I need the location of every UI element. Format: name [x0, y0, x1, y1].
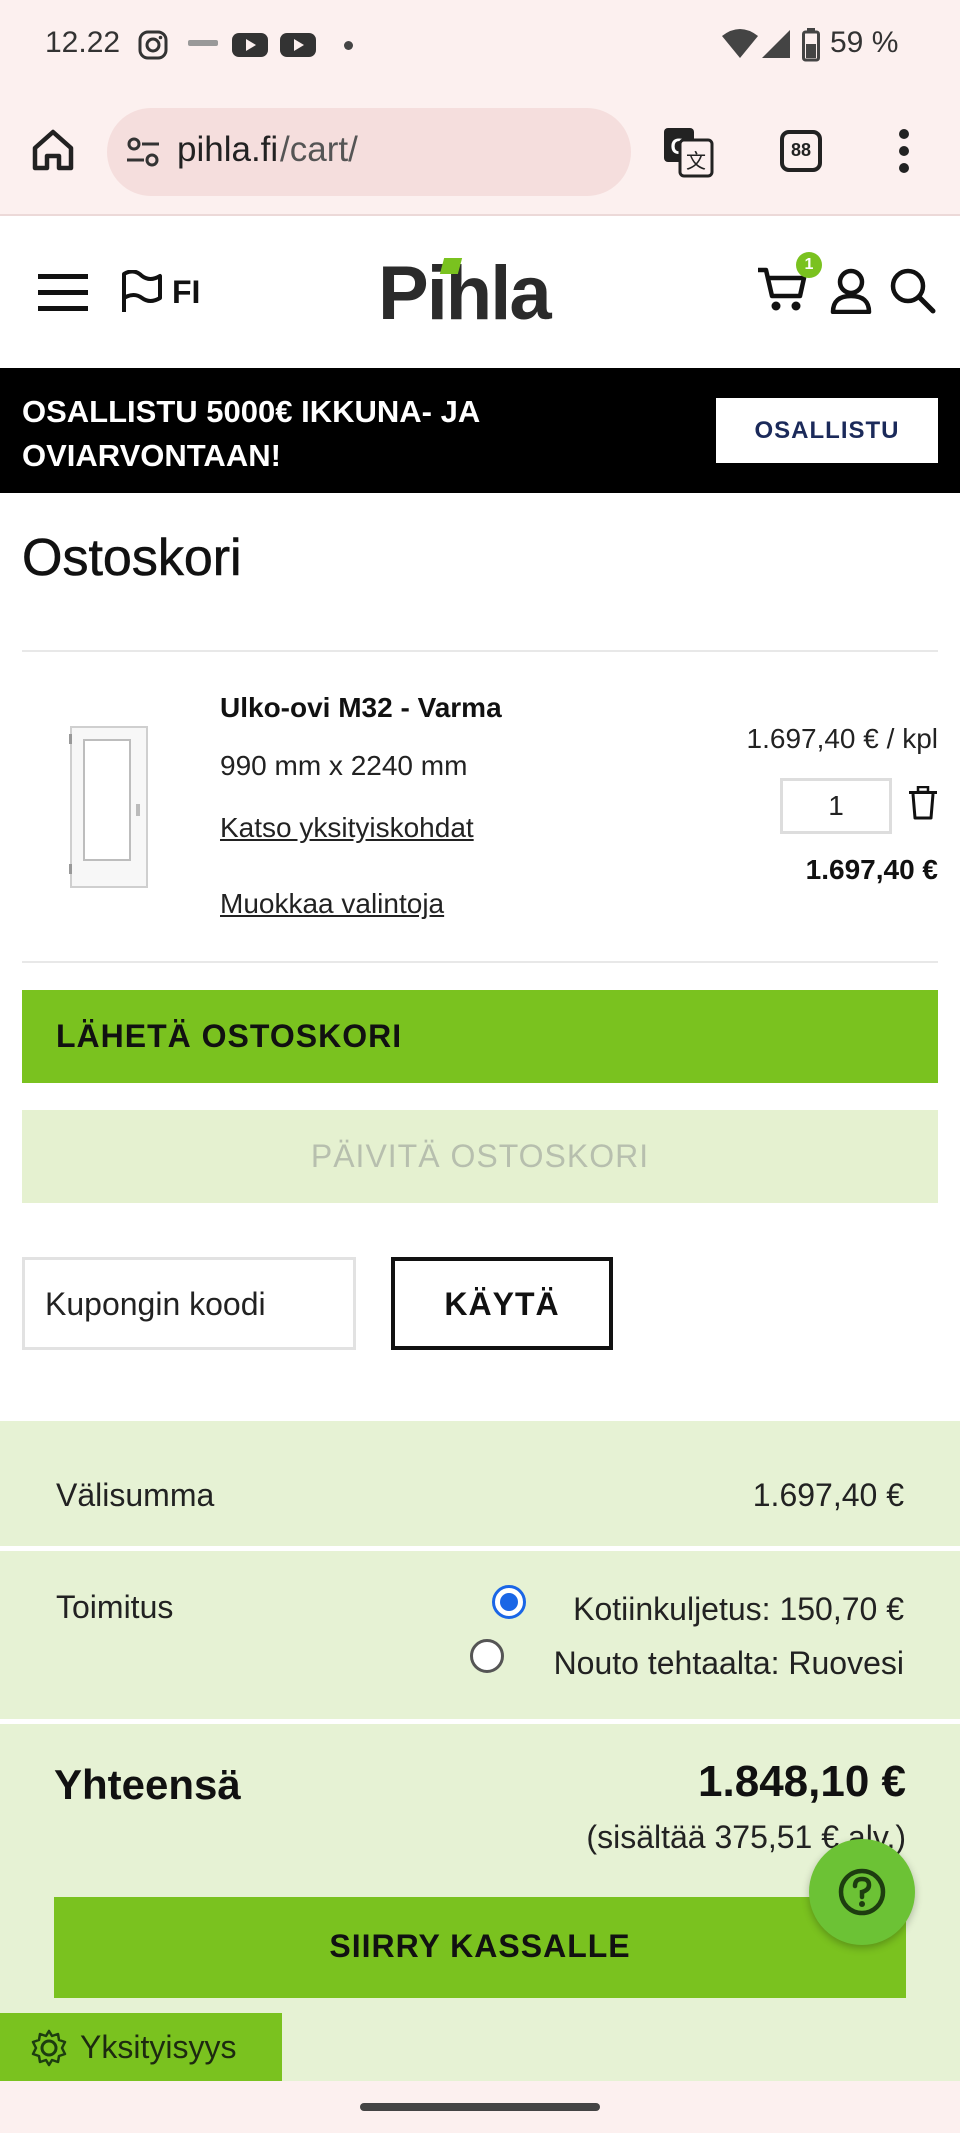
url-path: /cart/ [280, 130, 358, 169]
divider [0, 1719, 960, 1724]
pihla-logo[interactable]: Pihla [378, 254, 588, 334]
url-host: pihla.fi [177, 130, 279, 169]
total-value: 1.848,10 € [698, 1757, 906, 1806]
more-options-icon[interactable] [897, 128, 911, 174]
svg-text:文: 文 [686, 149, 706, 173]
status-bar: 12.22 59 % [0, 0, 960, 90]
youtube-icon [232, 33, 268, 57]
battery-icon [802, 28, 820, 62]
question-icon [838, 1868, 886, 1916]
product-dimensions: 990 mm x 2240 mm [220, 750, 468, 781]
flag-icon[interactable] [120, 270, 162, 314]
unit-price: 1.697,40 € / kpl [746, 723, 938, 754]
privacy-settings-button[interactable]: Yksityisyys [0, 2013, 282, 2081]
update-cart-button[interactable]: PÄIVITÄ OSTOSKORI [22, 1110, 938, 1203]
quantity-value: 1 [828, 790, 844, 821]
help-button[interactable] [809, 1839, 915, 1945]
logo-text: Pihla [378, 251, 552, 336]
tab-switcher-button[interactable]: 88 [780, 130, 822, 172]
cart-item: Ulko-ovi M32 - Varma 990 mm x 2240 mm Ka… [22, 652, 938, 962]
browser-toolbar: pihla.fi /cart/ G 文 88 [0, 90, 960, 216]
account-icon[interactable] [830, 268, 872, 314]
trash-icon[interactable] [908, 786, 938, 820]
language-selector[interactable]: FI [172, 274, 200, 311]
menu-icon[interactable] [38, 272, 88, 312]
checkout-button[interactable]: SIIRRY KASSALLE [54, 1897, 906, 1998]
tabs-count: 88 [790, 140, 812, 160]
site-settings-icon[interactable] [125, 134, 161, 170]
divider [22, 961, 938, 963]
quantity-input[interactable]: 1 [780, 778, 892, 834]
send-cart-label: LÄHETÄ OSTOSKORI [56, 1018, 403, 1054]
subtotal-label: Välisumma [56, 1477, 215, 1513]
coupon-input[interactable]: Kupongin koodi [22, 1257, 356, 1350]
apply-coupon-button[interactable]: KÄYTÄ [391, 1257, 613, 1350]
home-delivery-radio[interactable] [492, 1585, 526, 1619]
youtube-icon [280, 33, 316, 57]
factory-pickup-label[interactable]: Nouto tehtaalta: Ruovesi [554, 1645, 904, 1682]
participate-button[interactable]: OSALLISTU [716, 398, 938, 463]
site-header: FI Pihla 1 [0, 218, 960, 368]
signal-icon [762, 30, 790, 58]
shipping-label: Toimitus [56, 1589, 174, 1625]
divider [0, 1546, 960, 1551]
line-total: 1.697,40 € [805, 854, 938, 885]
total-label: Yhteensä [54, 1761, 241, 1808]
wifi-icon [722, 29, 758, 58]
promo-text-line2: OVIARVONTAAN! [22, 438, 281, 473]
gear-icon [31, 2029, 67, 2067]
cart-count-badge: 1 [796, 252, 822, 278]
update-cart-label: PÄIVITÄ OSTOSKORI [310, 1138, 650, 1174]
promo-banner: OSALLISTU 5000€ IKKUNA- JA OVIARVONTAAN!… [0, 368, 960, 493]
status-time: 12.22 [45, 26, 121, 59]
home-icon[interactable] [31, 128, 75, 172]
subtotal-value: 1.697,40 € [752, 1477, 904, 1513]
search-icon[interactable] [890, 268, 936, 314]
promo-text: OSALLISTU 5000€ IKKUNA- JA OVIARVONTAAN! [22, 390, 480, 478]
page-title: Ostoskori [22, 529, 242, 588]
factory-pickup-radio[interactable] [470, 1639, 504, 1673]
coupon-placeholder: Kupongin koodi [45, 1286, 266, 1322]
notification-icon [188, 40, 218, 46]
more-notifications-dot [344, 41, 353, 50]
home-delivery-label[interactable]: Kotiinkuljetus: 150,70 € [573, 1591, 904, 1628]
product-name[interactable]: Ulko-ovi M32 - Varma [220, 692, 502, 724]
system-nav-bar [0, 2081, 960, 2133]
translate-icon[interactable]: G 文 [662, 126, 714, 178]
home-gesture-handle[interactable] [360, 2103, 600, 2111]
product-image[interactable] [68, 724, 150, 890]
address-bar[interactable]: pihla.fi /cart/ [107, 108, 631, 196]
edit-options-link[interactable]: Muokkaa valintoja [220, 888, 444, 920]
promo-text-line1: OSALLISTU 5000€ IKKUNA- JA [22, 394, 481, 429]
view-details-link[interactable]: Katso yksityiskohdat [220, 812, 474, 844]
battery-percent: 59 % [830, 26, 899, 59]
apply-coupon-label: KÄYTÄ [444, 1286, 560, 1322]
instagram-icon [138, 30, 168, 60]
privacy-label: Yksityisyys [80, 2029, 237, 2065]
send-cart-button[interactable]: LÄHETÄ OSTOSKORI [22, 990, 938, 1083]
shipping-options: Kotiinkuljetus: 150,70 € Nouto tehtaalta… [470, 1581, 904, 1693]
checkout-label: SIIRRY KASSALLE [329, 1928, 631, 1964]
